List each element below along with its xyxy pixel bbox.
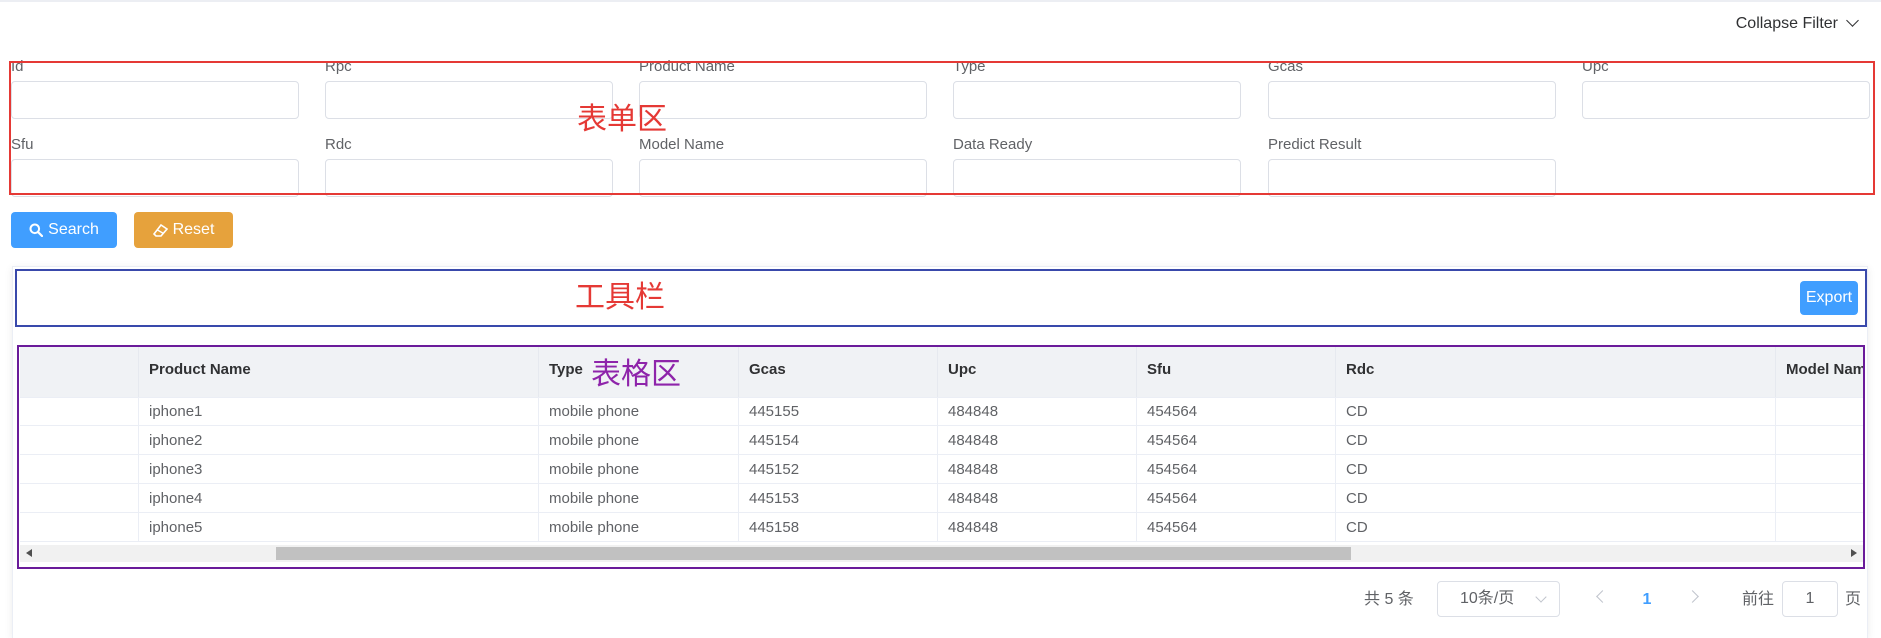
goto-prefix: 前往 xyxy=(1742,591,1775,608)
chevron-down-icon xyxy=(1535,591,1547,603)
page-size-select[interactable]: 10条/页 xyxy=(1437,581,1560,617)
search-icon xyxy=(29,223,44,238)
goto-page-input[interactable] xyxy=(1782,581,1838,617)
form-area-annotation-box xyxy=(9,61,1875,195)
pagination-total: 共 5 条 xyxy=(1364,591,1414,608)
search-button-label: Search xyxy=(48,221,99,238)
toolbar-annotation: 工具栏 xyxy=(575,280,665,315)
table-area-annotation-box xyxy=(17,345,1865,569)
page-size-value: 10条/页 xyxy=(1460,590,1515,607)
export-button[interactable]: Export xyxy=(1800,281,1858,315)
toolbar-annotation-box xyxy=(15,269,1867,327)
goto-suffix: 页 xyxy=(1845,591,1862,608)
search-button[interactable]: Search xyxy=(11,212,117,248)
eraser-icon xyxy=(152,223,168,237)
top-divider xyxy=(0,0,1881,2)
form-area-annotation: 表单区 xyxy=(577,102,667,137)
table-area-annotation: 表格区 xyxy=(591,357,681,392)
reset-button-label: Reset xyxy=(172,221,215,238)
chevron-down-icon xyxy=(1846,14,1859,27)
collapse-filter-label: Collapse Filter xyxy=(1735,15,1838,32)
reset-button[interactable]: Reset xyxy=(134,212,233,248)
page-number-current[interactable]: 1 xyxy=(1638,583,1656,617)
collapse-filter-toggle[interactable]: Collapse Filter xyxy=(1735,14,1859,34)
